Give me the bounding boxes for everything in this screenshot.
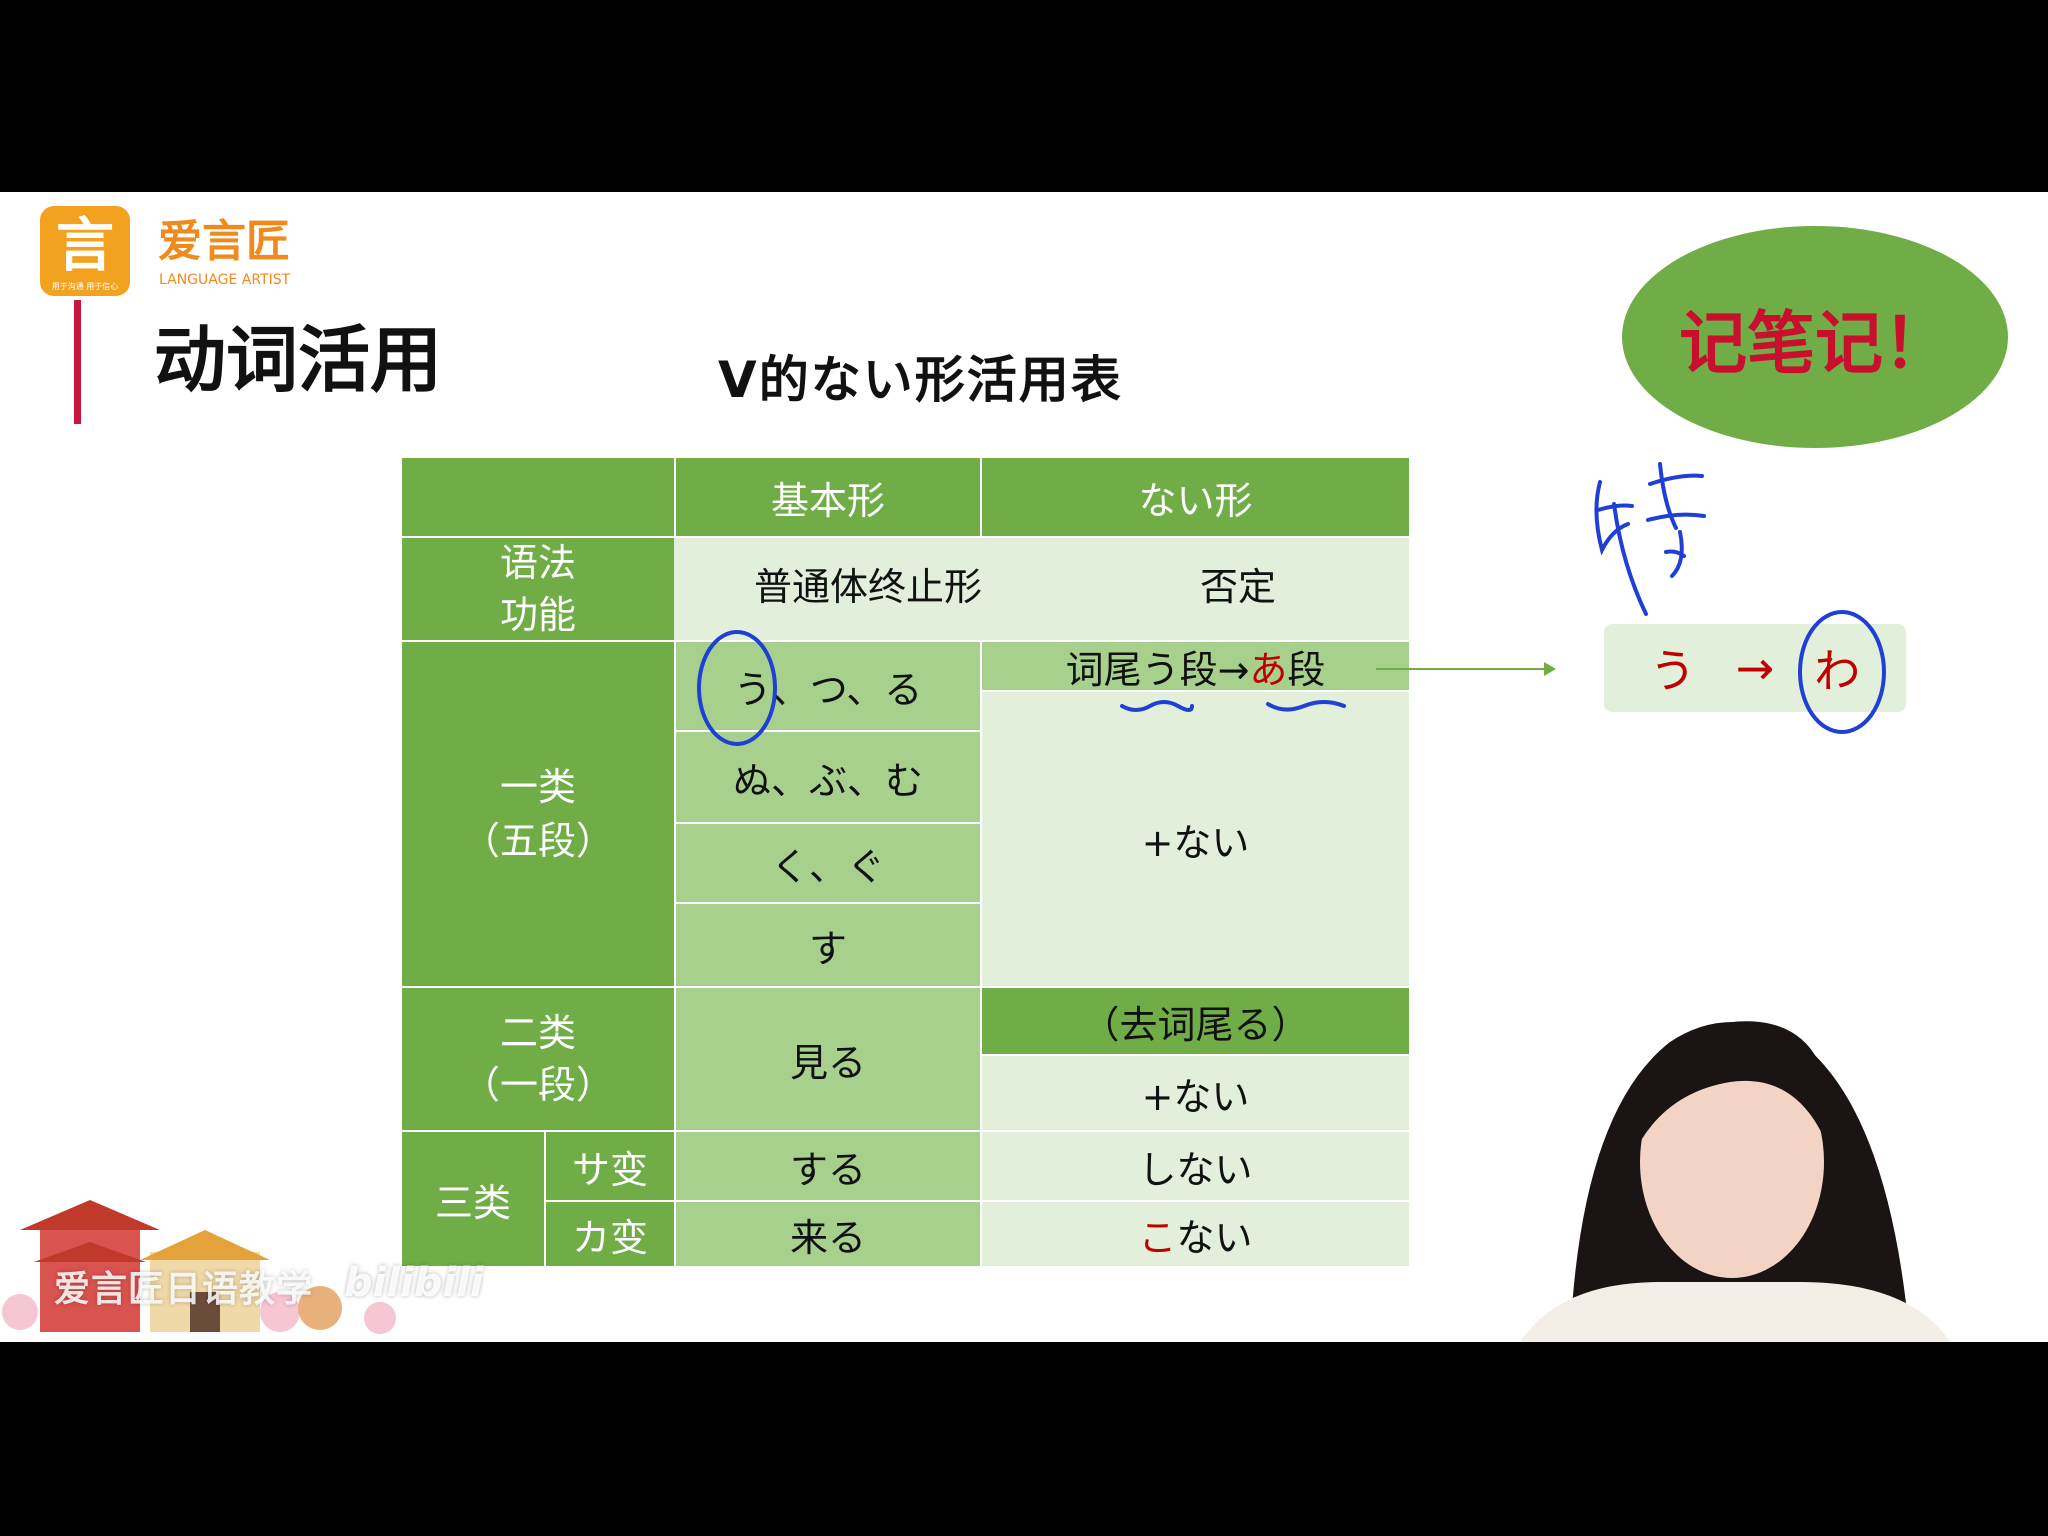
group3-sa-nai: しない [980, 1130, 1411, 1202]
group2-add-nai: +ない [980, 1054, 1411, 1132]
note-arrow: → [1735, 641, 1775, 695]
presenter-video-icon [1520, 1021, 1950, 1342]
group3-ka-nai-highlight: こ [1138, 1215, 1177, 1260]
platform-watermark: bilibili [344, 1260, 484, 1306]
group3-ka-label: カ变 [544, 1200, 676, 1268]
function-nai: 否定 [1200, 565, 1277, 609]
header-empty-cell [400, 456, 676, 538]
group2-rule: （去词尾る） [980, 986, 1411, 1056]
group1-add-nai: +ない [980, 690, 1411, 988]
logo-glyph: 言 [55, 211, 114, 279]
group3-ka-nai-cell: こない [980, 1200, 1411, 1268]
row-label-group3: 三类 [400, 1130, 546, 1268]
header-basic-form: 基本形 [674, 456, 982, 538]
header-nai-form: ない形 [980, 456, 1411, 538]
group1-rule-highlight: あ [1249, 647, 1288, 692]
u-to-wa-note: う → わ [1604, 624, 1906, 712]
function-basic: 普通体终止形 [754, 565, 983, 609]
table-title: V的ない形活用表 [718, 351, 1123, 409]
brand-name-en: LANGUAGE ARTIST [159, 272, 291, 288]
title-accent-bar [74, 300, 81, 424]
take-notes-oval: 记笔记！ [1622, 226, 2008, 448]
handwritten-character-icon [1594, 462, 1706, 616]
row-label-group2: 二类 （一段） [400, 986, 676, 1132]
slide-title: 动词活用 [154, 318, 443, 402]
function-row-body: 普通体终止形 否定 [674, 536, 1411, 642]
group1-rule-suffix: 段 [1287, 647, 1326, 692]
brand-name: 爱言匠 [158, 216, 290, 267]
group1-ending-4: す [674, 902, 982, 988]
group1-rule-cell: 词尾う段→ あ段 [980, 640, 1411, 692]
group1-rule-prefix: 词尾う段→ [1065, 647, 1250, 692]
logo-icon: 言 用于沟通 用于信心 [40, 206, 130, 296]
channel-watermark: 爱言匠日语教学 [54, 1269, 314, 1310]
row-label-group1: 一类 （五段） [400, 640, 676, 988]
take-notes-text: 记笔记！ [1678, 304, 1951, 384]
group1-ending-1: う、つ、る [674, 640, 982, 732]
note-to: わ [1814, 644, 1861, 698]
group2-basic: 見る [674, 986, 982, 1132]
logo-sub-text: 用于沟通 用于信心 [51, 282, 119, 291]
group3-sa-label: サ变 [544, 1130, 676, 1202]
group3-sa-basic: する [674, 1130, 982, 1202]
pointer-arrow-line [1376, 668, 1546, 670]
slide: 言 用于沟通 用于信心 爱言匠 LANGUAGE ARTIST 动词活用 V的な… [0, 192, 2048, 1342]
note-from: う [1649, 644, 1696, 698]
conjugation-table: 基本形 ない形 语法 功能 普通体终止形 否定 一类 （五段） う、つ、る ぬ、… [400, 456, 1411, 1268]
row-label-function: 语法 功能 [400, 536, 676, 642]
group3-ka-nai-rest: ない [1176, 1215, 1253, 1260]
group3-ka-basic: 来る [674, 1200, 982, 1268]
pointer-arrow-head-icon [1544, 662, 1556, 676]
group1-ending-2: ぬ、ぶ、む [674, 730, 982, 824]
group1-ending-3: く、ぐ [674, 822, 982, 904]
